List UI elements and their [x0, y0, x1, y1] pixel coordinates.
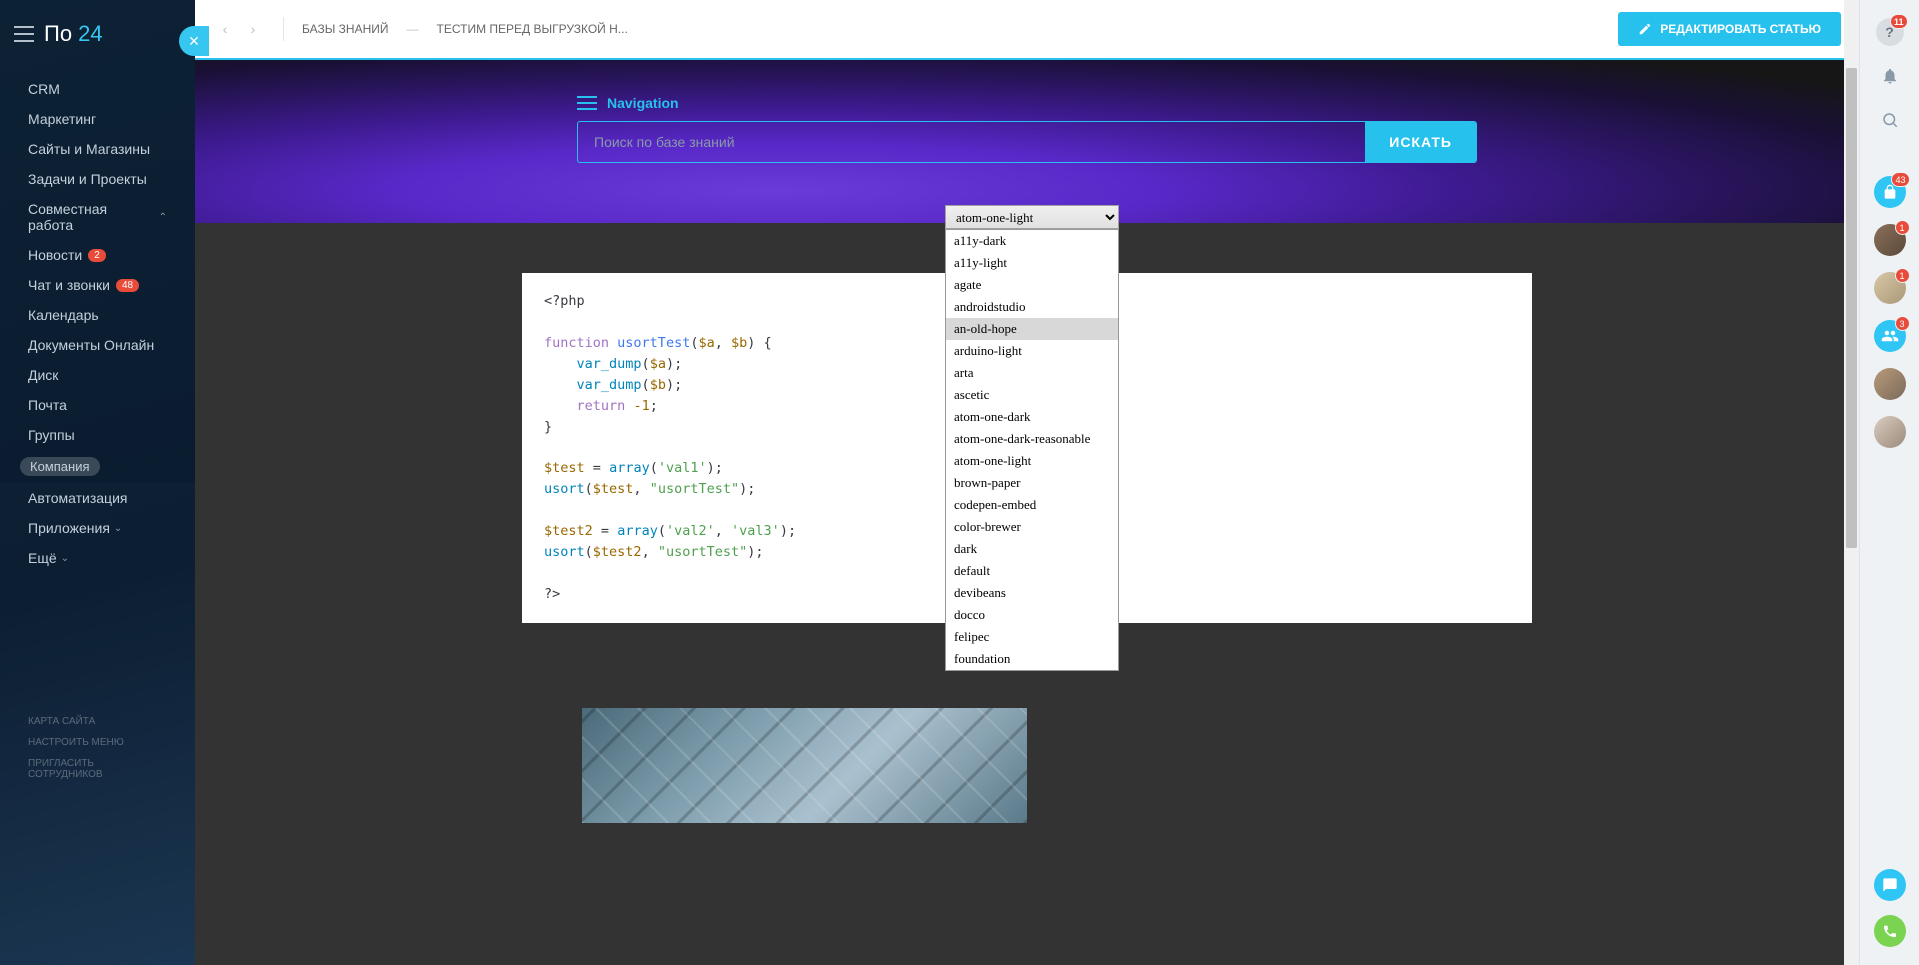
nav-more[interactable]: Ещё⌄ [0, 543, 195, 573]
theme-option[interactable]: foundation [946, 648, 1118, 670]
nav-news[interactable]: Новости2 [0, 240, 195, 270]
nav-auto[interactable]: Автоматизация [0, 483, 195, 513]
navigation-toggle[interactable]: Navigation [577, 81, 1477, 121]
avatar-2[interactable]: 1 [1874, 272, 1906, 304]
theme-option[interactable]: atom-one-dark [946, 406, 1118, 428]
search-icon[interactable] [1876, 106, 1904, 134]
badge: 48 [116, 279, 139, 292]
theme-option[interactable]: ascetic [946, 384, 1118, 406]
nav-company[interactable]: Компания [0, 450, 195, 483]
nav-docs[interactable]: Документы Онлайн [0, 330, 195, 360]
topbar: ‹ › БАЗЫ ЗНАНИЙ — ТЕСТИМ ПЕРЕД ВЫГРУЗКОЙ… [195, 0, 1859, 58]
theme-dropdown-list[interactable]: a11y-darka11y-lightagateandroidstudioan-… [945, 229, 1119, 671]
search-row: ИСКАТЬ [577, 121, 1477, 163]
chevron-down-icon: ⌄ [114, 523, 122, 534]
badge: 11 [1890, 14, 1908, 29]
forward-button[interactable]: › [241, 17, 265, 41]
edit-article-button[interactable]: РЕДАКТИРОВАТЬ СТАТЬЮ [1618, 12, 1841, 46]
nav-toggle-label: Navigation [607, 95, 679, 111]
help-icon[interactable]: ? 11 [1876, 18, 1904, 46]
theme-option[interactable]: default [946, 560, 1118, 582]
theme-option[interactable]: atom-one-light [946, 450, 1118, 472]
configure-menu-link[interactable]: НАСТРОИТЬ МЕНЮ [0, 732, 195, 753]
chat-icon[interactable] [1874, 869, 1906, 901]
search-input[interactable] [578, 122, 1365, 162]
theme-option[interactable]: a11y-dark [946, 230, 1118, 252]
collapse-sidebar-button[interactable]: ✕ [179, 26, 209, 56]
lock-icon[interactable]: 43 [1874, 176, 1906, 208]
main-area: ‹ › БАЗЫ ЗНАНИЙ — ТЕСТИМ ПЕРЕД ВЫГРУЗКОЙ… [195, 0, 1859, 965]
avatar-1[interactable]: 1 [1874, 224, 1906, 256]
breadcrumb-sep: — [407, 22, 419, 36]
theme-option[interactable]: a11y-light [946, 252, 1118, 274]
theme-option[interactable]: brown-paper [946, 472, 1118, 494]
chevron-down-icon: ⌄ [61, 553, 69, 564]
theme-option[interactable]: dark [946, 538, 1118, 560]
sitemap-link[interactable]: КАРТА САЙТА [0, 711, 195, 732]
hero-section: Navigation ИСКАТЬ [195, 58, 1859, 223]
theme-option[interactable]: androidstudio [946, 296, 1118, 318]
nav-apps[interactable]: Приложения⌄ [0, 513, 195, 543]
search-button[interactable]: ИСКАТЬ [1365, 122, 1476, 162]
nav-disk[interactable]: Диск [0, 360, 195, 390]
theme-selector: atom-one-light a11y-darka11y-lightagatea… [945, 205, 1119, 671]
hero-partial-text [577, 60, 1477, 81]
right-rail: ? 11 43 1 1 3 [1859, 0, 1919, 965]
theme-option[interactable]: devibeans [946, 582, 1118, 604]
back-button[interactable]: ‹ [213, 17, 237, 41]
badge: 43 [1891, 172, 1909, 187]
theme-option[interactable]: arduino-light [946, 340, 1118, 362]
chevron-up-icon: ⌃ [159, 212, 167, 223]
breadcrumb: БАЗЫ ЗНАНИЙ — ТЕСТИМ ПЕРЕД ВЫГРУЗКОЙ Н..… [302, 22, 628, 36]
theme-option[interactable]: agate [946, 274, 1118, 296]
nav-collab[interactable]: Совместная работа⌃ [0, 194, 195, 240]
nav-mail[interactable]: Почта [0, 390, 195, 420]
nav-sites[interactable]: Сайты и Магазины [0, 134, 195, 164]
logo-row: По 24 ✕ [0, 0, 195, 68]
badge: 2 [88, 249, 106, 262]
app-logo[interactable]: По 24 [44, 21, 103, 47]
theme-option[interactable]: docco [946, 604, 1118, 626]
nav-footer: КАРТА САЙТА НАСТРОИТЬ МЕНЮ ПРИГЛАСИТЬ СО… [0, 711, 195, 785]
theme-option[interactable]: arta [946, 362, 1118, 384]
invite-link[interactable]: ПРИГЛАСИТЬ СОТРУДНИКОВ [0, 753, 195, 785]
left-sidebar: По 24 ✕ CRM Маркетинг Сайты и Магазины З… [0, 0, 195, 965]
hamburger-icon [577, 96, 597, 110]
theme-option[interactable]: codepen-embed [946, 494, 1118, 516]
phone-icon[interactable] [1874, 915, 1906, 947]
badge: 1 [1895, 220, 1910, 235]
main-scrollbar[interactable] [1844, 0, 1859, 965]
nav-calendar[interactable]: Календарь [0, 300, 195, 330]
theme-option[interactable]: color-brewer [946, 516, 1118, 538]
edit-label: РЕДАКТИРОВАТЬ СТАТЬЮ [1660, 22, 1821, 36]
pencil-icon [1638, 22, 1652, 36]
theme-option[interactable]: felipec [946, 626, 1118, 648]
nav-groups[interactable]: Группы [0, 420, 195, 450]
badge: 1 [1895, 268, 1910, 283]
group-avatar[interactable]: 3 [1874, 320, 1906, 352]
hamburger-icon[interactable] [14, 26, 34, 42]
nav-crm[interactable]: CRM [0, 74, 195, 104]
scrollbar-thumb[interactable] [1846, 68, 1857, 548]
nav-marketing[interactable]: Маркетинг [0, 104, 195, 134]
nav-tasks[interactable]: Задачи и Проекты [0, 164, 195, 194]
theme-option[interactable]: atom-one-dark-reasonable [946, 428, 1118, 450]
nav-list: CRM Маркетинг Сайты и Магазины Задачи и … [0, 68, 195, 579]
nav-chat[interactable]: Чат и звонки48 [0, 270, 195, 300]
theme-option[interactable]: an-old-hope [946, 318, 1118, 340]
nav-arrows: ‹ › [213, 17, 284, 41]
breadcrumb-root[interactable]: БАЗЫ ЗНАНИЙ [302, 22, 389, 36]
avatar-5[interactable] [1874, 416, 1906, 448]
bell-icon[interactable] [1876, 62, 1904, 90]
badge: 3 [1895, 316, 1910, 331]
content-image [582, 708, 1027, 823]
logo-text-2: 24 [78, 21, 102, 46]
theme-select[interactable]: atom-one-light [945, 205, 1119, 229]
breadcrumb-page[interactable]: ТЕСТИМ ПЕРЕД ВЫГРУЗКОЙ Н... [437, 22, 628, 36]
avatar-4[interactable] [1874, 368, 1906, 400]
logo-text-1: По [44, 21, 78, 46]
